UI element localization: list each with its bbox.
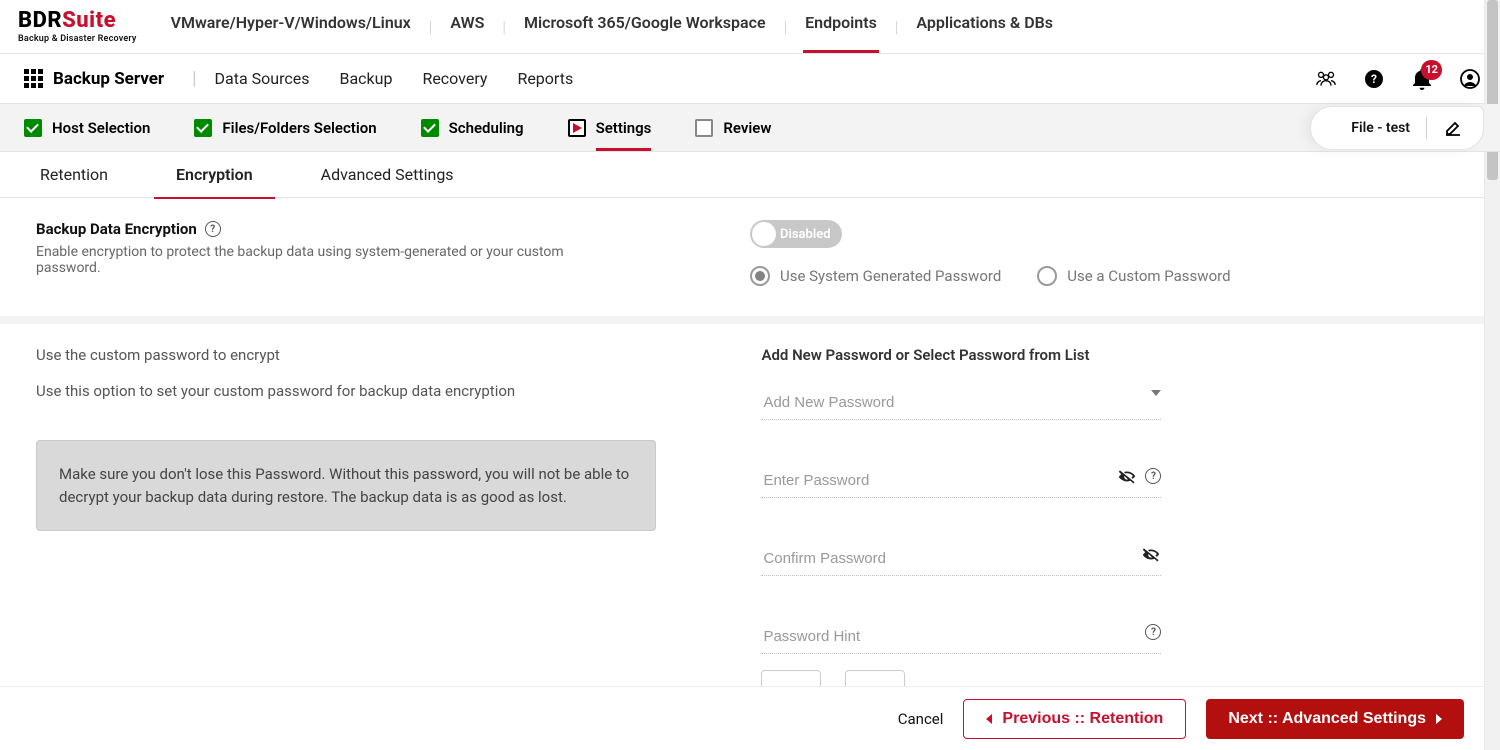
- password-dropdown[interactable]: [761, 386, 1161, 420]
- brand-logo: BDRSuite Backup & Disaster Recovery: [18, 10, 137, 44]
- help-icon[interactable]: ?: [1364, 69, 1384, 89]
- job-name: File - test: [1351, 120, 1410, 136]
- nav-endpoints[interactable]: Endpoints: [803, 13, 879, 40]
- radio-system-password[interactable]: Use System Generated Password: [750, 266, 1001, 286]
- step-files-folders[interactable]: Files/Folders Selection: [194, 119, 376, 137]
- eye-off-icon[interactable]: [1117, 468, 1137, 488]
- apps-grid-icon[interactable]: [24, 69, 43, 88]
- custom-pw-desc: Use this option to set your custom passw…: [36, 382, 721, 400]
- nav-apps-dbs[interactable]: Applications & DBs: [914, 13, 1055, 40]
- settings-subtabs: Retention Encryption Advanced Settings: [0, 152, 1500, 198]
- edit-icon[interactable]: [1443, 118, 1463, 138]
- wizard-steps: Host Selection Files/Folders Selection S…: [0, 104, 1500, 152]
- subnav-backup[interactable]: Backup: [339, 69, 392, 88]
- context-label[interactable]: Backup Server: [53, 69, 164, 89]
- encryption-toggle-section: Backup Data Encryption ? Enable encrypti…: [0, 198, 1500, 324]
- step-settings[interactable]: Settings: [568, 119, 652, 137]
- step-scheduling[interactable]: Scheduling: [421, 119, 524, 137]
- step-review[interactable]: Review: [695, 119, 771, 137]
- product-nav-items: VMware/Hyper-V/Windows/Linux | AWS | Mic…: [169, 13, 1055, 40]
- confirm-password-input[interactable]: [761, 542, 1161, 576]
- subnav-data-sources[interactable]: Data Sources: [215, 69, 310, 88]
- nav-aws[interactable]: AWS: [448, 13, 486, 40]
- check-icon: [194, 119, 212, 137]
- wizard-footer: Cancel Previous :: Retention Next :: Adv…: [0, 686, 1484, 750]
- enter-password-field: ?: [761, 464, 1161, 498]
- tab-advanced-settings[interactable]: Advanced Settings: [317, 152, 458, 198]
- password-warning: Make sure you don't lose this Password. …: [36, 440, 656, 531]
- password-hint-field: ?: [761, 620, 1161, 654]
- cancel-button[interactable]: Cancel: [898, 710, 944, 728]
- encryption-title: Backup Data Encryption ?: [36, 220, 221, 238]
- password-form-title: Add New Password or Select Password from…: [761, 346, 1161, 364]
- tab-encryption[interactable]: Encryption: [172, 152, 257, 198]
- triangle-right-icon: [1436, 714, 1442, 724]
- enter-password-input[interactable]: [761, 464, 1161, 498]
- encryption-toggle[interactable]: Disabled: [750, 220, 842, 248]
- notification-badge: 12: [1421, 60, 1442, 80]
- next-button[interactable]: Next :: Advanced Settings: [1206, 699, 1464, 739]
- help-inline-icon[interactable]: ?: [205, 221, 221, 237]
- chevron-down-icon[interactable]: [1151, 390, 1161, 396]
- radio-custom-password[interactable]: Use a Custom Password: [1037, 266, 1230, 286]
- checkbox-empty-icon: [695, 119, 713, 137]
- nav-m365[interactable]: Microsoft 365/Google Workspace: [522, 13, 768, 40]
- encryption-desc: Enable encryption to protect the backup …: [36, 244, 616, 276]
- help-inline-icon[interactable]: ?: [1145, 468, 1161, 484]
- subnav-reports[interactable]: Reports: [517, 69, 573, 88]
- check-icon: [24, 119, 42, 137]
- product-nav: BDRSuite Backup & Disaster Recovery VMwa…: [0, 0, 1500, 54]
- subnav-recovery[interactable]: Recovery: [422, 69, 487, 88]
- radio-icon: [1037, 266, 1057, 286]
- step-host-selection[interactable]: Host Selection: [24, 119, 150, 137]
- brand-name: BDRSuite: [18, 10, 137, 32]
- notifications-icon[interactable]: 12: [1412, 69, 1432, 89]
- account-icon[interactable]: [1460, 69, 1480, 89]
- check-icon: [421, 119, 439, 137]
- custom-password-section: Use the custom password to encrypt Use t…: [0, 324, 1500, 740]
- svg-text:?: ?: [1371, 72, 1377, 86]
- brand-tagline: Backup & Disaster Recovery: [18, 34, 137, 44]
- users-icon[interactable]: [1316, 69, 1336, 89]
- nav-vmware[interactable]: VMware/Hyper-V/Windows/Linux: [169, 13, 413, 40]
- confirm-password-field: [761, 542, 1161, 576]
- eye-off-icon[interactable]: [1141, 546, 1161, 566]
- custom-pw-heading: Use the custom password to encrypt: [36, 346, 721, 364]
- help-inline-icon[interactable]: ?: [1145, 624, 1161, 640]
- password-dropdown-field: [761, 386, 1161, 420]
- job-name-card: File - test: [1310, 106, 1484, 150]
- password-hint-input[interactable]: [761, 620, 1161, 654]
- previous-button[interactable]: Previous :: Retention: [963, 699, 1186, 739]
- context-bar: Backup Server | Data Sources Backup Reco…: [0, 54, 1500, 104]
- play-icon: [568, 119, 586, 137]
- radio-icon: [750, 266, 770, 286]
- tab-retention[interactable]: Retention: [36, 152, 112, 198]
- triangle-left-icon: [986, 714, 992, 724]
